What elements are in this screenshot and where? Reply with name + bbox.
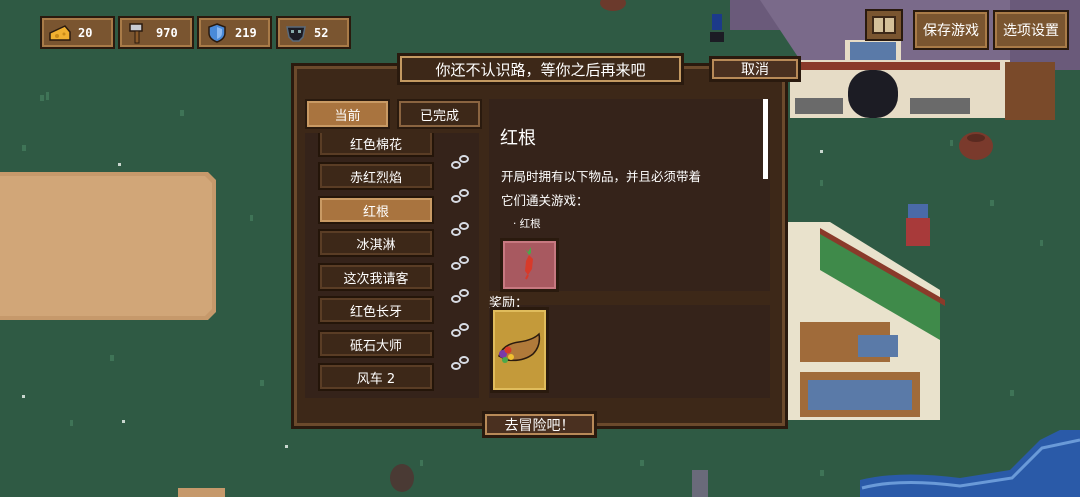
chain-link-icon <box>451 323 469 337</box>
reward-item-slot[interactable] <box>490 307 549 393</box>
start-adventure-button[interactable]: 去冒险吧！ <box>482 411 597 438</box>
required-item-slot[interactable] <box>500 238 559 292</box>
quest-item-whetstone-master[interactable]: 砥石大师 <box>318 330 434 358</box>
required-item-label: · 红根 <box>513 218 541 230</box>
quest-description-line-2: 它们通关游戏： <box>501 193 589 208</box>
chain-link-icon <box>451 189 469 203</box>
dialog-title: 你还不认识路，等你之后再来吧 <box>397 53 684 85</box>
hammer-icon <box>126 22 150 44</box>
resource-value: 219 <box>235 25 257 40</box>
shield-icon <box>205 22 229 44</box>
quest-item-my-treat[interactable]: 这次我请客 <box>318 263 434 291</box>
quest-item-ice-cream[interactable]: 冰淇淋 <box>318 229 434 257</box>
resource-value: 52 <box>314 25 329 40</box>
detail-scrollbar[interactable] <box>763 99 768 179</box>
tab-current[interactable]: 当前 <box>305 99 390 129</box>
quest-list: 红色棉花 赤红烈焰 红根 冰淇淋 这次我请客 红色长牙 砥石大师 风车 2 <box>305 133 479 398</box>
chain-link-icon <box>451 289 469 303</box>
chain-link-icon <box>451 222 469 236</box>
resource-value: 20 <box>78 25 93 40</box>
red-root-icon <box>525 247 533 280</box>
chain-link-icon <box>451 356 469 370</box>
cheese-icon <box>48 22 72 44</box>
quest-item-red-tusk[interactable]: 红色长牙 <box>318 296 434 324</box>
quest-item-red-root[interactable]: 红根 <box>318 196 434 224</box>
cancel-button[interactable]: 取消 <box>709 56 801 82</box>
cornucopia-icon <box>498 332 541 363</box>
quest-item-crimson-flame[interactable]: 赤红烈焰 <box>318 162 434 190</box>
chain-link-icon <box>451 256 469 270</box>
resource-value: 970 <box>156 25 178 40</box>
resource-counter-hammer: 970 <box>118 16 194 49</box>
quest-title: 红根 <box>500 128 536 149</box>
skull-mask-icon <box>284 22 308 44</box>
quest-description-line-1: 开局时拥有以下物品，并且必须带着 <box>501 169 702 184</box>
chain-link-icon <box>451 155 469 169</box>
save-game-button[interactable]: 保存游戏 <box>913 10 989 50</box>
resource-counter-cheese: 20 <box>40 16 115 49</box>
resource-counter-mask: 52 <box>276 16 351 49</box>
tab-completed[interactable]: 已完成 <box>397 99 482 129</box>
quest-item-windmill-2[interactable]: 风车 2 <box>318 363 434 391</box>
settings-button[interactable]: 选项设置 <box>993 10 1069 50</box>
resource-counter-shield: 219 <box>197 16 272 49</box>
quest-item-red-cotton[interactable]: 红色棉花 <box>318 133 434 157</box>
